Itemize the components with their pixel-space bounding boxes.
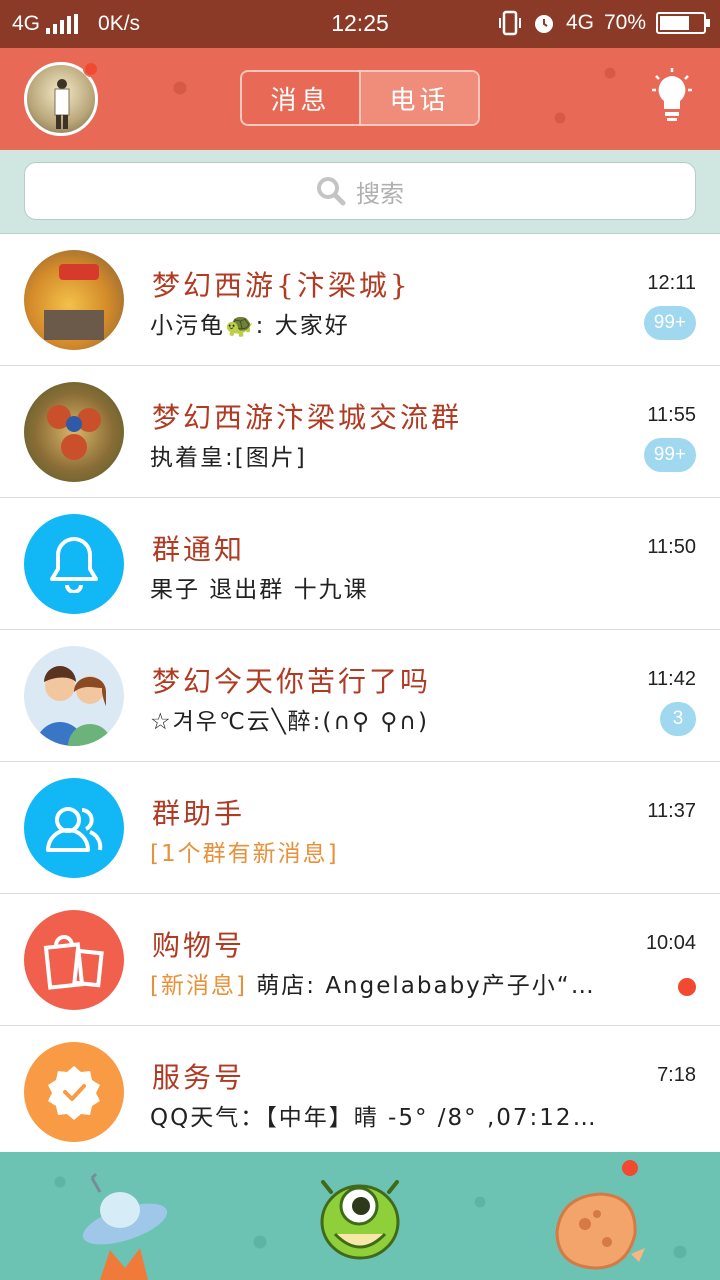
unread-dot bbox=[678, 978, 696, 996]
conversation-time: 11:42 bbox=[647, 668, 696, 690]
service-badge-icon bbox=[24, 1042, 124, 1142]
conversation-time: 11:55 bbox=[647, 404, 696, 426]
conversation-row[interactable]: 群助手 [1个群有新消息] 11:37 bbox=[0, 762, 720, 894]
search-input[interactable]: 搜索 bbox=[24, 162, 696, 220]
conversation-row[interactable]: 梦幻今天你苦行了吗 ☆겨우℃云╲醉:(∩⚲ ⚲∩) 11:42 3 bbox=[0, 630, 720, 762]
app-header: 消息 电话 bbox=[0, 48, 720, 156]
highlight-text: [1个群有新消息] bbox=[150, 841, 339, 867]
status-right: 4G 70% bbox=[498, 10, 710, 36]
search-icon bbox=[317, 177, 346, 206]
monster-icon[interactable] bbox=[305, 1162, 415, 1280]
conversation-time: 11:50 bbox=[647, 536, 696, 558]
network-type-right: 4G bbox=[565, 11, 594, 34]
vibrate-icon bbox=[498, 10, 521, 36]
bell-icon bbox=[24, 514, 124, 614]
profile-photo bbox=[54, 79, 70, 129]
battery-fill bbox=[660, 16, 690, 30]
conversation-time: 12:11 bbox=[647, 272, 696, 294]
conversation-title: 梦幻西游汴梁城交流群 bbox=[152, 401, 463, 434]
tab-messages[interactable]: 消息 bbox=[242, 72, 359, 124]
conversation-preview: ☆겨우℃云╲醉:(∩⚲ ⚲∩) bbox=[150, 709, 429, 735]
conversation-time: 7:18 bbox=[657, 1064, 696, 1086]
battery-percent: 70% bbox=[603, 11, 646, 34]
bottom-tab-bar bbox=[0, 1152, 720, 1280]
conversation-title: 服务号 bbox=[152, 1061, 246, 1094]
unread-badge: 3 bbox=[660, 702, 696, 736]
unread-badge: 99+ bbox=[643, 306, 696, 340]
search-placeholder: 搜索 bbox=[356, 179, 404, 208]
status-bar: 4G 0K/s 12:25 4G 70% bbox=[0, 0, 720, 48]
conversation-preview: [1个群有新消息] bbox=[150, 834, 620, 868]
preview-text: 萌店: Angelababy产子小“… bbox=[256, 973, 596, 999]
conversation-title: 购物号 bbox=[152, 929, 246, 962]
conversation-title: 群通知 bbox=[152, 533, 246, 566]
conversation-title: 梦幻西游{汴梁城} bbox=[152, 269, 411, 302]
conversation-row[interactable]: 购物号 [新消息] 萌店: Angelababy产子小“… 10:04 bbox=[0, 894, 720, 1026]
ufo-icon[interactable] bbox=[70, 1162, 180, 1280]
my-avatar[interactable] bbox=[24, 61, 99, 136]
shopping-bag-icon bbox=[24, 910, 124, 1010]
alarm-icon bbox=[534, 15, 553, 33]
notification-dot bbox=[620, 1158, 640, 1178]
lightbulb-icon[interactable] bbox=[648, 68, 696, 124]
conversation-preview: 执着皇:[图片] bbox=[150, 445, 307, 471]
search-bar: 搜索 bbox=[0, 150, 720, 234]
planet-icon[interactable] bbox=[545, 1162, 655, 1280]
game-group-avatar bbox=[24, 382, 124, 482]
segment-control: 消息 电话 bbox=[240, 70, 480, 126]
conversation-title: 梦幻今天你苦行了吗 bbox=[152, 665, 432, 698]
conversation-preview: [新消息] 萌店: Angelababy产子小“… bbox=[150, 966, 620, 1000]
conversation-list: 梦幻西游{汴梁城} 小污龟🐢: 大家好 12:11 99+ 梦幻西游汴梁城交流群… bbox=[0, 234, 720, 1158]
conversation-time: 11:37 bbox=[647, 800, 696, 822]
conversation-title: 群助手 bbox=[152, 797, 246, 830]
battery-icon bbox=[656, 12, 710, 34]
tab-calls[interactable]: 电话 bbox=[359, 72, 478, 124]
unread-badge: 99+ bbox=[643, 438, 696, 472]
notification-dot bbox=[83, 61, 99, 77]
game-group-avatar bbox=[24, 250, 124, 350]
conversation-preview: 果子 退出群 十九课 bbox=[150, 577, 369, 603]
highlight-text: [新消息] bbox=[150, 973, 247, 999]
conversation-time: 10:04 bbox=[645, 932, 696, 954]
conversation-row[interactable]: 梦幻西游汴梁城交流群 执着皇:[图片] 11:55 99+ bbox=[0, 366, 720, 498]
conversation-row[interactable]: 梦幻西游{汴梁城} 小污龟🐢: 大家好 12:11 99+ bbox=[0, 234, 720, 366]
conversation-preview: 小污龟🐢: 大家好 bbox=[150, 313, 350, 339]
conversation-preview: QQ天气：【中年】晴 -5° /8° ,07:12更… bbox=[150, 1105, 620, 1131]
conversation-row[interactable]: 群通知 果子 退出群 十九课 11:50 bbox=[0, 498, 720, 630]
couple-avatar bbox=[24, 646, 124, 746]
group-helper-icon bbox=[24, 778, 124, 878]
conversation-row[interactable]: 服务号 QQ天气：【中年】晴 -5° /8° ,07:12更… 7:18 bbox=[0, 1026, 720, 1158]
